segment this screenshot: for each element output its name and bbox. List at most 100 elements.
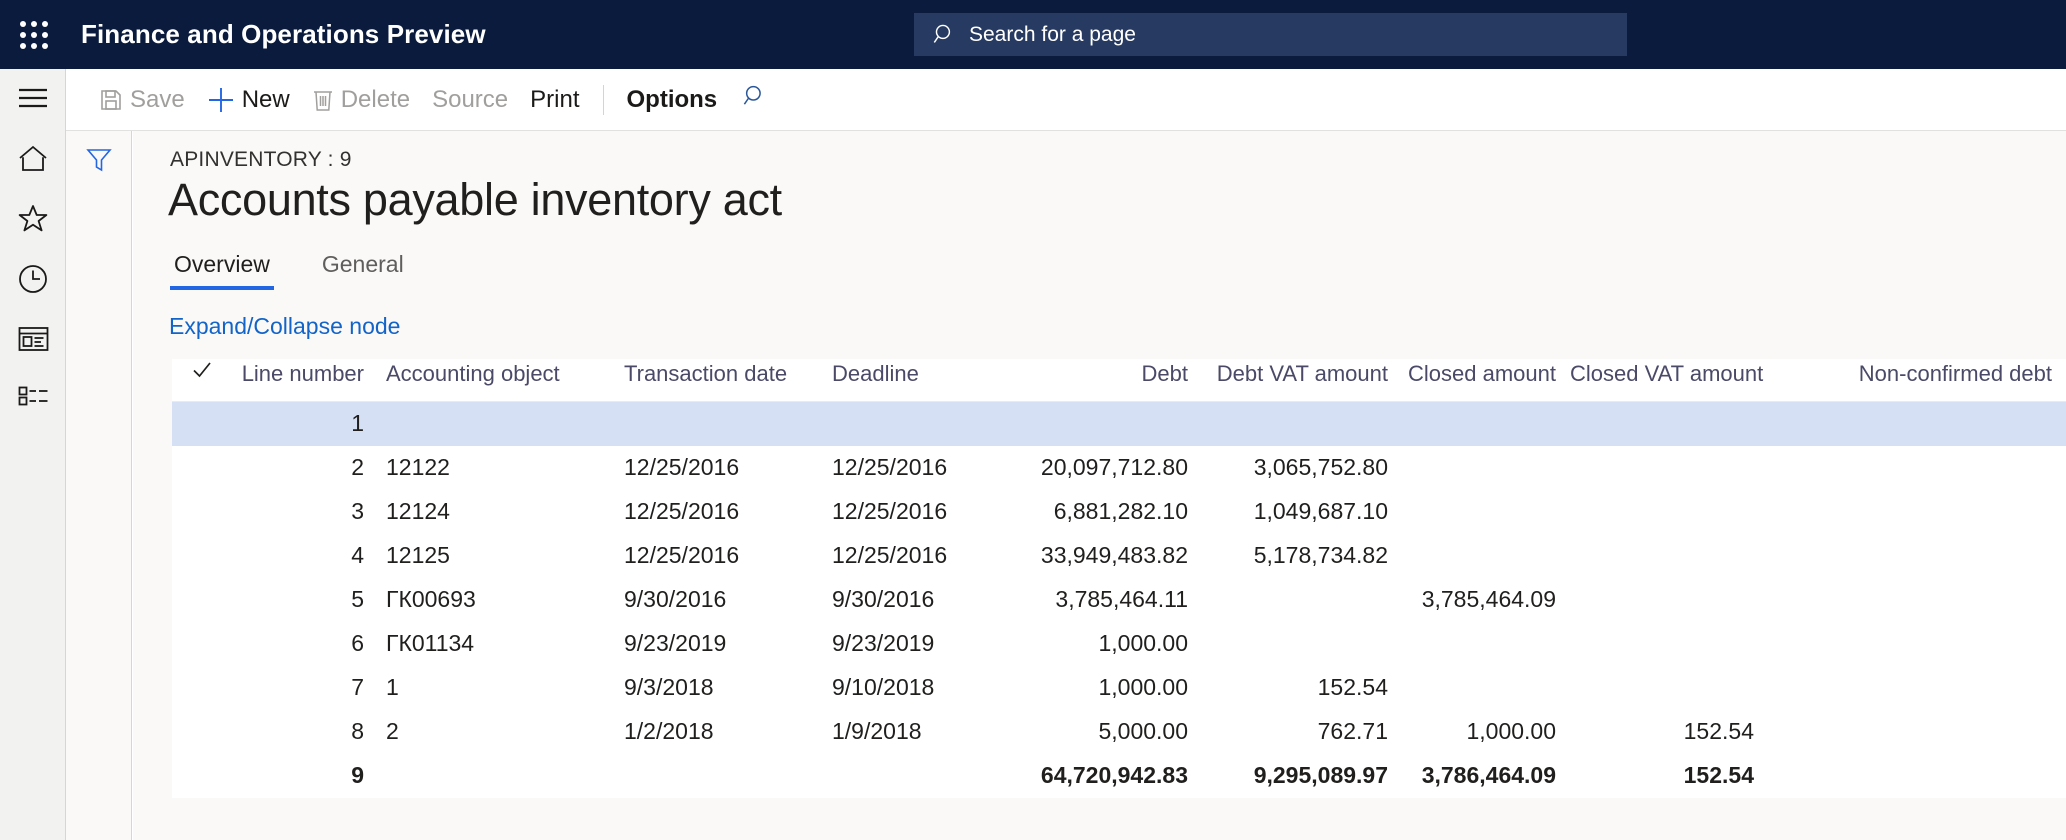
search-input[interactable]: Search for a page [969, 23, 1136, 47]
cell-accounting-object[interactable]: 12122 [378, 445, 616, 490]
filter-button[interactable] [66, 131, 132, 193]
tab-overview[interactable]: Overview [170, 251, 274, 290]
cell-line-number[interactable]: 1 [232, 401, 378, 446]
cell-line-number[interactable]: 7 [232, 665, 378, 710]
cell-closed-vat-amount[interactable] [1570, 489, 1768, 534]
cell-non-confirmed-debt[interactable] [1768, 621, 2066, 666]
table-row[interactable]: 7 1 9/3/2018 9/10/2018 1,000.00 152.54 [172, 665, 2066, 710]
cell-line-number[interactable]: 3 [232, 489, 378, 534]
cell-deadline[interactable]: 12/25/2016 [824, 445, 1016, 490]
new-button[interactable]: New [196, 69, 301, 131]
cell-line-number[interactable]: 9 [232, 753, 378, 798]
delete-button[interactable]: Delete [301, 69, 421, 131]
cell-non-confirmed-debt[interactable] [1768, 709, 2066, 754]
cell-accounting-object[interactable]: 12125 [378, 533, 616, 578]
cell-non-confirmed-debt[interactable] [1768, 401, 2066, 446]
table-row[interactable]: 8 2 1/2/2018 1/9/2018 5,000.00 762.71 1,000.00… [172, 709, 2066, 754]
cell-transaction-date[interactable] [616, 753, 824, 798]
cell-deadline[interactable]: 9/23/2019 [824, 621, 1016, 666]
cell-non-confirmed-debt[interactable] [1768, 445, 2066, 490]
cell-debt[interactable]: 5,000.00 [1016, 709, 1202, 754]
cell-transaction-date[interactable]: 12/25/2016 [616, 445, 824, 490]
row-select-cell[interactable] [172, 401, 232, 446]
cell-debt-vat-amount[interactable]: 762.71 [1202, 709, 1402, 754]
table-row[interactable]: 4 12125 12/25/2016 12/25/2016 33,949,483.82 5… [172, 533, 2066, 578]
cell-debt-vat-amount[interactable]: 5,178,734.82 [1202, 533, 1402, 578]
cell-debt[interactable]: 3,785,464.11 [1016, 577, 1202, 622]
cell-debt[interactable]: 64,720,942.83 [1016, 753, 1202, 798]
cell-debt-vat-amount[interactable]: 3,065,752.80 [1202, 445, 1402, 490]
column-header-accounting-object[interactable]: Accounting object [378, 359, 616, 402]
select-all-header[interactable] [172, 359, 232, 402]
cell-accounting-object[interactable]: 2 [378, 709, 616, 754]
cell-non-confirmed-debt[interactable] [1768, 577, 2066, 622]
cell-transaction-date[interactable] [616, 401, 824, 446]
column-header-transaction-date[interactable]: Transaction date [616, 359, 824, 402]
row-select-cell[interactable] [172, 577, 232, 622]
cell-closed-vat-amount[interactable] [1570, 445, 1768, 490]
cell-debt[interactable]: 20,097,712.80 [1016, 445, 1202, 490]
table-row[interactable]: 1 [172, 401, 2066, 446]
cell-line-number[interactable]: 4 [232, 533, 378, 578]
cell-deadline[interactable] [824, 753, 1016, 798]
cell-transaction-date[interactable]: 12/25/2016 [616, 533, 824, 578]
save-button[interactable]: Save [88, 69, 196, 131]
cell-closed-amount[interactable] [1402, 621, 1570, 666]
sidebar-item-modules[interactable] [0, 371, 66, 431]
cell-deadline[interactable]: 9/10/2018 [824, 665, 1016, 710]
cell-deadline[interactable]: 9/30/2016 [824, 577, 1016, 622]
cell-deadline[interactable]: 12/25/2016 [824, 489, 1016, 534]
app-launcher-button[interactable] [0, 0, 68, 69]
row-select-cell[interactable] [172, 533, 232, 578]
cell-accounting-object[interactable]: ГК01134 [378, 621, 616, 666]
cell-closed-amount[interactable] [1402, 445, 1570, 490]
cell-line-number[interactable]: 2 [232, 445, 378, 490]
cell-closed-amount[interactable] [1402, 665, 1570, 710]
cell-debt-vat-amount[interactable] [1202, 621, 1402, 666]
table-row[interactable]: 9 64,720,942.83 9,295,089.97 3,786,464.09 15… [172, 753, 2066, 798]
column-header-debt[interactable]: Debt [1016, 359, 1202, 402]
cell-debt-vat-amount[interactable] [1202, 401, 1402, 446]
cell-closed-amount[interactable]: 3,786,464.09 [1402, 753, 1570, 798]
cell-closed-amount[interactable] [1402, 401, 1570, 446]
navigation-menu-button[interactable] [0, 69, 66, 131]
cell-accounting-object[interactable] [378, 401, 616, 446]
cell-line-number[interactable]: 8 [232, 709, 378, 754]
column-header-deadline[interactable]: Deadline [824, 359, 1016, 402]
source-button[interactable]: Source [421, 69, 519, 131]
row-select-cell[interactable] [172, 621, 232, 666]
cell-closed-amount[interactable]: 3,785,464.09 [1402, 577, 1570, 622]
cell-debt[interactable]: 33,949,483.82 [1016, 533, 1202, 578]
cell-debt-vat-amount[interactable]: 9,295,089.97 [1202, 753, 1402, 798]
cell-closed-amount[interactable]: 1,000.00 [1402, 709, 1570, 754]
cell-deadline[interactable] [824, 401, 1016, 446]
column-header-line-number[interactable]: Line number [232, 359, 378, 402]
cell-non-confirmed-debt[interactable] [1768, 489, 2066, 534]
cell-accounting-object[interactable] [378, 753, 616, 798]
cell-transaction-date[interactable]: 9/3/2018 [616, 665, 824, 710]
cell-line-number[interactable]: 5 [232, 577, 378, 622]
column-header-closed-amount[interactable]: Closed amount [1402, 359, 1570, 402]
cell-non-confirmed-debt[interactable] [1768, 665, 2066, 710]
table-row[interactable]: 6 ГК01134 9/23/2019 9/23/2019 1,000.00 [172, 621, 2066, 666]
row-select-cell[interactable] [172, 665, 232, 710]
sidebar-item-home[interactable] [0, 131, 66, 191]
row-select-cell[interactable] [172, 709, 232, 754]
row-select-cell[interactable] [172, 445, 232, 490]
cell-closed-vat-amount[interactable]: 152.54 [1570, 753, 1768, 798]
cell-closed-vat-amount[interactable] [1570, 577, 1768, 622]
options-button[interactable]: Options [616, 69, 729, 131]
cell-non-confirmed-debt[interactable] [1768, 753, 2066, 798]
cell-transaction-date[interactable]: 9/23/2019 [616, 621, 824, 666]
cell-debt[interactable] [1016, 401, 1202, 446]
cell-transaction-date[interactable]: 1/2/2018 [616, 709, 824, 754]
cell-debt-vat-amount[interactable]: 152.54 [1202, 665, 1402, 710]
cell-accounting-object[interactable]: 1 [378, 665, 616, 710]
sidebar-item-favorites[interactable] [0, 191, 66, 251]
cell-accounting-object[interactable]: 12124 [378, 489, 616, 534]
cell-closed-amount[interactable] [1402, 489, 1570, 534]
column-header-non-confirmed-debt[interactable]: Non-confirmed debt [1768, 359, 2066, 402]
column-header-debt-vat-amount[interactable]: Debt VAT amount [1202, 359, 1402, 402]
command-search-button[interactable] [728, 69, 782, 131]
cell-transaction-date[interactable]: 12/25/2016 [616, 489, 824, 534]
